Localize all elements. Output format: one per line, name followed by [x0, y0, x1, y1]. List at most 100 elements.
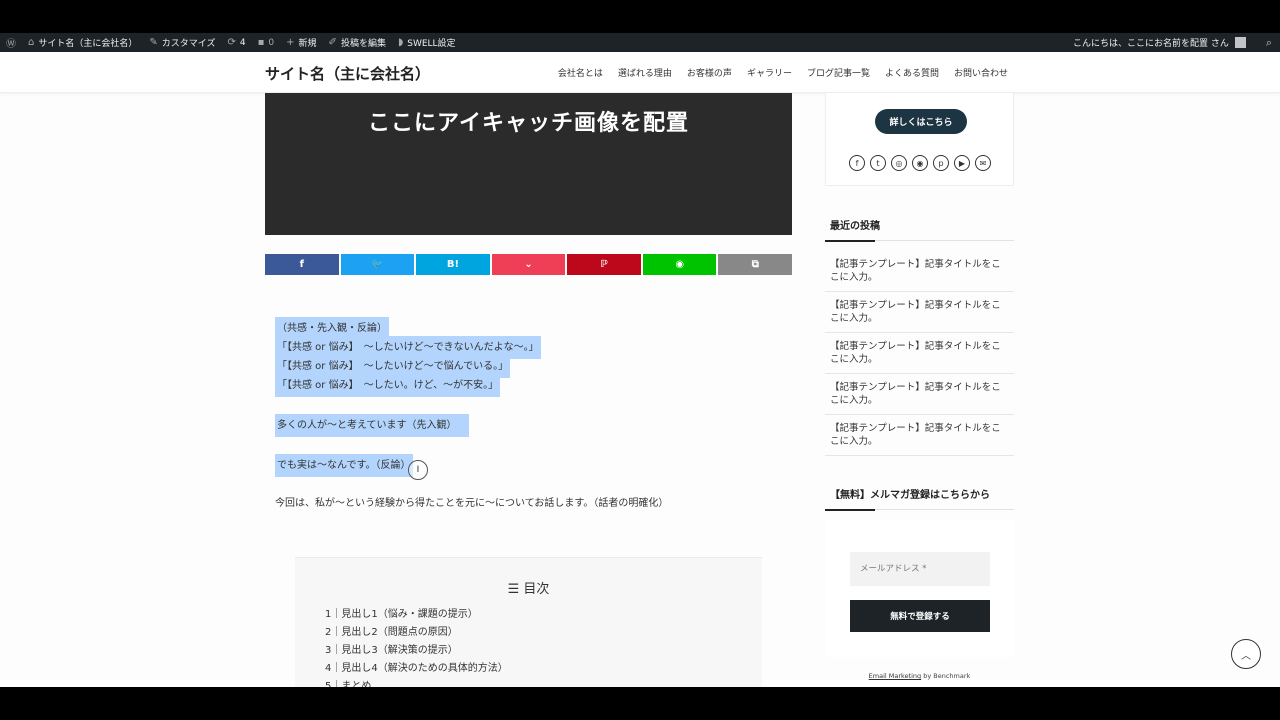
copy-icon: ⧉: [751, 259, 759, 270]
pocket-icon: ⌄: [524, 259, 533, 270]
recent-post-link[interactable]: 【記事テンプレート】記事タイトルをここに入力。: [825, 292, 1014, 333]
recent-posts-heading: 最近の投稿: [825, 217, 1014, 242]
toc-item[interactable]: 3｜見出し3（解決策の提示）: [325, 642, 508, 660]
toc-item[interactable]: 5｜まとめ: [325, 678, 508, 687]
admin-edit-post[interactable]: ✐ 投稿を編集: [323, 33, 392, 52]
subscribe-button[interactable]: 無料で登録する: [850, 600, 990, 632]
list-icon: ☰: [507, 582, 524, 597]
admin-updates[interactable]: ⟳ 4: [222, 33, 252, 52]
line-icon[interactable]: ◉: [912, 155, 928, 171]
admin-customize-label: カスタマイズ: [161, 39, 216, 49]
swell-icon: ◗: [397, 37, 404, 48]
toc-item[interactable]: 4｜見出し4（解決のための具体的方法）: [325, 660, 508, 678]
plus-icon: +: [286, 37, 295, 48]
share-buttons: f 🐦 B! ⌄ ℙ ◉ ⧉: [265, 254, 793, 275]
admin-swell-settings[interactable]: ◗ SWELL設定: [392, 33, 462, 52]
share-line-button[interactable]: ◉: [642, 254, 717, 275]
sidebar-profile-box: 詳しくはこちら f t ◎ ◉ p ▶ ✉: [825, 93, 1014, 186]
admin-swell-label: SWELL設定: [407, 39, 456, 49]
share-facebook-button[interactable]: f: [265, 254, 339, 275]
share-twitter-button[interactable]: 🐦: [340, 254, 415, 275]
twitter-icon: 🐦: [371, 259, 384, 270]
admin-new[interactable]: + 新規: [280, 33, 322, 52]
content-preconception: 多くの人が〜と考えています（先入観）: [275, 414, 469, 437]
toc-list: 1｜見出し1（悩み・課題の提示） 2｜見出し2（問題点の原因） 3｜見出し3（解…: [325, 606, 508, 687]
text-cursor-icon: I: [408, 460, 428, 480]
brush-icon: ✎: [149, 37, 158, 48]
content-line: 「【共感 or 悩み】 〜したい。けど、〜が不安。」: [275, 374, 501, 397]
recent-post-link[interactable]: 【記事テンプレート】記事タイトルをここに入力。: [825, 251, 1014, 292]
credit-link[interactable]: Email Marketing: [869, 672, 922, 680]
wordpress-icon: Ⓦ: [6, 39, 16, 50]
share-pinterest-button[interactable]: ℙ: [567, 254, 641, 275]
recent-post-link[interactable]: 【記事テンプレート】記事タイトルをここに入力。: [825, 415, 1014, 456]
share-copy-button[interactable]: ⧉: [718, 254, 793, 275]
nav-item-voices[interactable]: お客様の声: [687, 66, 732, 79]
admin-updates-count: 4: [239, 37, 246, 48]
admin-account[interactable]: こんにちは、ここにお名前を配置 さん ⌕: [1073, 33, 1272, 52]
twitter-icon[interactable]: t: [870, 155, 886, 171]
facebook-icon[interactable]: f: [849, 155, 865, 171]
admin-comments[interactable]: ▪ 0: [252, 33, 281, 52]
pinterest-icon[interactable]: p: [933, 155, 949, 171]
share-hatena-button[interactable]: B!: [416, 254, 490, 275]
recent-post-link[interactable]: 【記事テンプレート】記事タイトルをここに入力。: [825, 374, 1014, 415]
eyecatch-image: ここにアイキャッチ画像を配置: [265, 93, 792, 235]
admin-site-name-label: サイト名（主に会社名）: [38, 39, 138, 49]
instagram-icon[interactable]: ◎: [891, 155, 907, 171]
edit-icon: ✐: [328, 37, 337, 48]
details-button[interactable]: 詳しくはこちら: [875, 109, 967, 134]
toc-title-label: 目次: [523, 582, 550, 597]
youtube-icon[interactable]: ▶: [954, 155, 970, 171]
credit-suffix: by Benchmark: [921, 672, 971, 680]
wp-logo-menu[interactable]: Ⓦ: [0, 33, 22, 52]
admin-new-label: 新規: [298, 39, 317, 49]
chevron-up-icon: ︿: [1241, 650, 1251, 662]
share-pocket-button[interactable]: ⌄: [491, 254, 566, 275]
back-to-top-button[interactable]: ︿: [1231, 639, 1261, 669]
hatena-icon: B!: [446, 259, 460, 270]
nav-item-faq[interactable]: よくある質問: [885, 66, 939, 79]
newsletter-form: メールアドレス * 無料で登録する: [825, 520, 1014, 657]
admin-edit-post-label: 投稿を編集: [340, 39, 386, 49]
mail-icon[interactable]: ✉: [975, 155, 991, 171]
admin-site-name[interactable]: ⌂ サイト名（主に会社名）: [22, 33, 143, 52]
toc-item[interactable]: 1｜見出し1（悩み・課題の提示）: [325, 606, 508, 624]
nav-item-about[interactable]: 会社名とは: [558, 66, 603, 79]
nav-item-gallery[interactable]: ギャラリー: [747, 66, 792, 79]
site-header: サイト名（主に会社名） 会社名とは 選ばれる理由 お客様の声 ギャラリー ブログ…: [0, 52, 1280, 93]
facebook-icon: f: [299, 259, 304, 270]
email-marketing-credit: Email Marketing by Benchmark: [825, 672, 1014, 680]
admin-comments-count: 0: [268, 37, 275, 48]
post-content[interactable]: （共感・先入観・反論） 「【共感 or 悩み】 〜したいけど〜できないんだよな〜…: [275, 317, 785, 513]
update-icon: ⟳: [227, 37, 236, 48]
line-icon: ◉: [675, 259, 685, 270]
heading-underline: [825, 509, 1014, 511]
recent-posts-heading-label: 最近の投稿: [830, 221, 880, 232]
recent-post-link[interactable]: 【記事テンプレート】記事タイトルをここに入力。: [825, 333, 1014, 374]
toc-item[interactable]: 2｜見出し2（問題点の原因）: [325, 624, 508, 642]
nav-item-reasons[interactable]: 選ばれる理由: [618, 66, 672, 79]
home-icon: ⌂: [28, 37, 35, 48]
avatar: [1234, 37, 1246, 48]
search-icon[interactable]: ⌕: [1266, 36, 1272, 50]
recent-posts-list: 【記事テンプレート】記事タイトルをここに入力。 【記事テンプレート】記事タイトル…: [825, 251, 1014, 456]
table-of-contents: ☰ 目次 1｜見出し1（悩み・課題の提示） 2｜見出し2（問題点の原因） 3｜見…: [295, 557, 762, 687]
email-field[interactable]: メールアドレス *: [850, 552, 990, 586]
admin-customize[interactable]: ✎ カスタマイズ: [143, 33, 221, 52]
content-speaker: 今回は、私が〜という経験から得たことを元に〜についてお話します。（話者の明確化）: [275, 498, 669, 509]
social-icons: f t ◎ ◉ p ▶ ✉: [849, 155, 991, 171]
newsletter-heading-label: 【無料】メルマガ登録はこちらから: [830, 490, 990, 501]
admin-greeting: こんにちは、ここにお名前を配置 さん: [1072, 39, 1229, 49]
heading-underline: [825, 240, 1014, 242]
global-nav: 会社名とは 選ばれる理由 お客様の声 ギャラリー ブログ記事一覧 よくある質問 …: [558, 66, 1008, 79]
toc-title[interactable]: ☰ 目次: [295, 578, 762, 597]
browser-viewport: Ⓦ ⌂ サイト名（主に会社名） ✎ カスタマイズ ⟳ 4 ▪ 0 + 新規 ✐ 投稿を編集 …: [0, 33, 1280, 687]
wp-admin-bar: Ⓦ ⌂ サイト名（主に会社名） ✎ カスタマイズ ⟳ 4 ▪ 0 + 新規 ✐ 投稿を編集 …: [0, 33, 1280, 52]
nav-item-blog[interactable]: ブログ記事一覧: [807, 66, 870, 79]
pinterest-icon: ℙ: [600, 259, 608, 270]
comment-icon: ▪: [257, 37, 265, 48]
site-title[interactable]: サイト名（主に会社名）: [265, 63, 430, 84]
nav-item-contact[interactable]: お問い合わせ: [954, 66, 1008, 79]
newsletter-heading: 【無料】メルマガ登録はこちらから: [825, 486, 1014, 511]
